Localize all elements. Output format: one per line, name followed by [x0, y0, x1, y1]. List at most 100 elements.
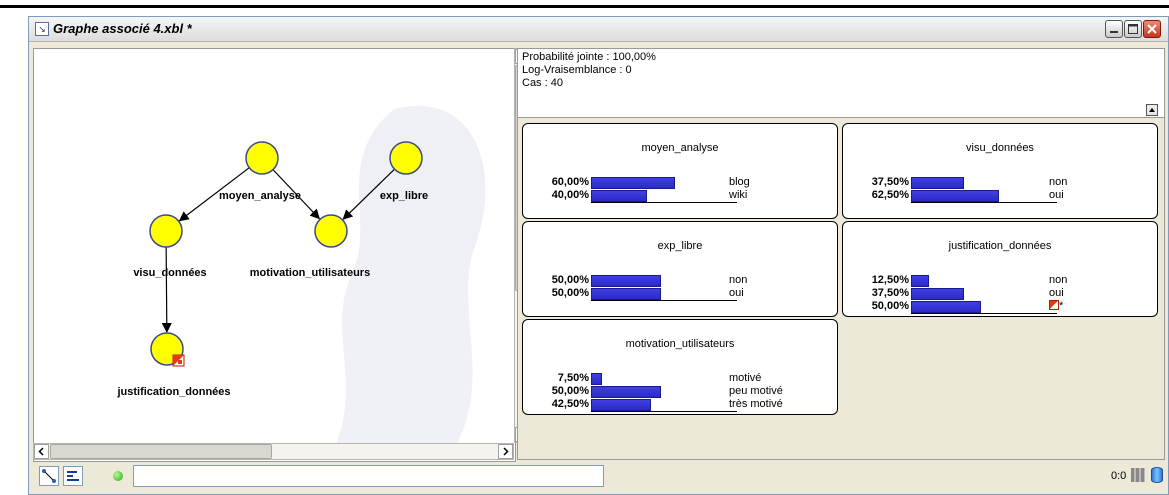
state-row[interactable]: 40,00% wiki	[537, 189, 827, 202]
probability-bar	[911, 177, 964, 189]
probability-bar	[591, 177, 675, 189]
database-icon[interactable]	[1151, 467, 1163, 483]
state-probability: 50,00%	[551, 274, 589, 286]
cases-count-text: Cas : 40	[522, 77, 563, 89]
probability-bar	[911, 301, 981, 313]
bayesian-graph[interactable]: moyen_analyse exp_libre visu_données motiva…	[34, 49, 515, 461]
grid-icon[interactable]	[1131, 468, 1145, 482]
monitor-title: exp_libre	[657, 240, 703, 252]
state-probability: 50,00%	[551, 287, 589, 299]
probability-bar	[591, 275, 661, 287]
state-row[interactable]: 50,00% peu motivé	[537, 385, 827, 398]
scroll-right-button[interactable]	[498, 444, 513, 459]
state-label: non	[1049, 176, 1068, 188]
monitor-title: justification_données	[948, 240, 1052, 252]
monitors-area: moyen_analyse 60,00% blog 40,00% wiki visu_do…	[518, 117, 1164, 459]
joint-probability-text: Probabilité jointe : 100,00%	[522, 51, 656, 63]
state-label: blog	[729, 176, 750, 188]
graph-canvas[interactable]: moyen_analyse exp_libre visu_données motiva…	[33, 48, 516, 462]
node-label-exp_libre: exp_libre	[380, 190, 428, 202]
monitor-view-button[interactable]	[63, 466, 83, 486]
state-label: non	[1049, 274, 1068, 286]
state-label: oui	[1049, 287, 1064, 299]
state-probability: 62,50%	[871, 189, 909, 201]
monitor-card[interactable]: exp_libre 50,00% non 50,00% oui	[522, 221, 838, 317]
state-row[interactable]: 62,50% oui	[857, 189, 1147, 202]
maximize-icon	[1128, 24, 1138, 34]
evidence-icon	[1049, 300, 1059, 310]
edge-visu_donnees-to-justification_donnees[interactable]	[161, 246, 172, 334]
probability-bar	[591, 288, 661, 300]
graph-window: ↘ Graphe associé 4.xbl * moyen_analyseex…	[28, 16, 1169, 495]
monitor-title: visu_données	[966, 142, 1034, 154]
cursor-coordinates: 0:0	[1111, 470, 1127, 482]
state-row[interactable]: 12,50% non	[857, 274, 1147, 287]
monitor-card[interactable]: visu_données 37,50% non 62,50% oui	[842, 123, 1158, 219]
chevron-left-icon	[38, 447, 44, 456]
state-label: non	[729, 274, 748, 286]
document-icon: ↘	[35, 22, 49, 36]
chevron-right-icon	[503, 447, 509, 456]
node-exp_libre[interactable]	[389, 141, 423, 175]
state-probability: 37,50%	[871, 287, 909, 299]
evidence-icon	[172, 354, 185, 367]
node-moyen_analyse[interactable]	[245, 141, 279, 175]
link-tool-button[interactable]	[39, 466, 59, 486]
state-probability: 12,50%	[871, 274, 909, 286]
maximize-button[interactable]	[1124, 20, 1142, 38]
node-motivation_utilisateurs[interactable]	[314, 214, 348, 248]
bar-baseline	[911, 202, 1057, 203]
bars-icon	[67, 471, 79, 481]
collapse-button[interactable]	[1146, 104, 1158, 116]
state-probability: 37,50%	[871, 176, 909, 188]
state-probability: 50,00%	[871, 300, 909, 312]
state-probability: 42,50%	[551, 398, 589, 410]
state-probability: 7,50%	[557, 372, 589, 384]
node-label-moyen_analyse: moyen_analyse	[219, 190, 301, 202]
state-label: wiki	[729, 189, 748, 201]
minimize-button[interactable]	[1105, 20, 1123, 38]
scroll-left-button[interactable]	[34, 444, 49, 459]
minimize-icon	[1110, 31, 1118, 33]
probability-bar	[911, 288, 964, 300]
state-row[interactable]: 37,50% oui	[857, 287, 1147, 300]
state-row[interactable]: 50,00% non	[537, 274, 827, 287]
state-probability: 50,00%	[551, 385, 589, 397]
probability-bar	[591, 386, 661, 398]
horizontal-scroll-thumb[interactable]	[50, 444, 272, 459]
node-label-visu_donnees: visu_données	[133, 267, 206, 279]
state-probability: 40,00%	[551, 189, 589, 201]
monitor-pane: Probabilité jointe : 100,00% Log-Vraisem…	[517, 48, 1165, 460]
close-icon	[1147, 24, 1157, 34]
bar-baseline	[591, 202, 737, 203]
probability-bar	[591, 190, 647, 202]
state-label: oui	[1049, 189, 1064, 201]
summary-info: Probabilité jointe : 100,00% Log-Vraisem…	[522, 51, 656, 90]
state-row[interactable]: 50,00% oui	[537, 287, 827, 300]
graph-horizontal-scrollbar[interactable]	[33, 443, 514, 460]
state-row[interactable]: 37,50% non	[857, 176, 1147, 189]
node-label-motivation_utilisateurs: motivation_utilisateurs	[250, 267, 370, 279]
state-label: très motivé	[729, 398, 783, 410]
top-border	[0, 5, 1169, 8]
probability-bar	[591, 399, 651, 411]
state-row[interactable]: 50,00% *	[857, 300, 1147, 313]
bar-baseline	[591, 411, 737, 412]
window-title: Graphe associé 4.xbl *	[53, 21, 192, 36]
close-button[interactable]	[1143, 20, 1161, 38]
state-row[interactable]: 7,50% motivé	[537, 372, 827, 385]
state-label: *	[1049, 300, 1063, 313]
chevron-up-icon	[1149, 108, 1155, 112]
bar-baseline	[591, 300, 737, 301]
log-likelihood-text: Log-Vraisemblance : 0	[522, 64, 632, 76]
monitor-card[interactable]: motivation_utilisateurs 7,50% motivé 50,00%…	[522, 319, 838, 415]
state-row[interactable]: 42,50% très motivé	[537, 398, 827, 411]
title-bar[interactable]: ↘ Graphe associé 4.xbl *	[29, 17, 1168, 42]
command-input[interactable]	[133, 465, 604, 487]
monitor-card[interactable]: moyen_analyse 60,00% blog 40,00% wiki	[522, 123, 838, 219]
node-visu_donnees[interactable]	[149, 214, 183, 248]
monitor-card[interactable]: justification_données 12,50% non 37,50% oui 5…	[842, 221, 1158, 317]
monitor-title: motivation_utilisateurs	[625, 338, 735, 350]
probability-bar	[911, 275, 929, 287]
state-row[interactable]: 60,00% blog	[537, 176, 827, 189]
